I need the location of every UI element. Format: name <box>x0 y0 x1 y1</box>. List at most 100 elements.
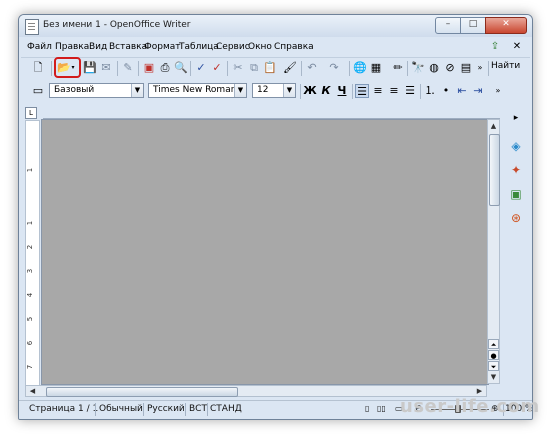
watermark-text: user-life.com <box>400 396 540 417</box>
toolbar-separator <box>301 61 302 76</box>
document-canvas[interactable] <box>41 119 489 385</box>
bullets-icon[interactable]: • <box>439 84 453 98</box>
paste-icon[interactable]: 📋 <box>263 61 277 75</box>
scroll-right-icon[interactable]: ▶ <box>474 386 485 396</box>
bold-button[interactable]: Ж <box>303 84 317 98</box>
navigation-icon[interactable]: ● <box>488 350 499 360</box>
numbering-icon[interactable]: ⒈ <box>423 84 437 98</box>
paragraph-style-combo[interactable]: Базовый ▼ <box>49 83 144 98</box>
window-title: Без имени 1 - OpenOffice Writer <box>43 20 191 30</box>
vertical-scroll-thumb[interactable] <box>489 134 500 206</box>
toolbar-separator <box>349 61 350 76</box>
show-draw-functions-icon[interactable]: ✏ <box>391 61 405 75</box>
menu-help[interactable]: Справка <box>274 42 314 52</box>
save-icon[interactable]: 💾 <box>83 61 97 75</box>
selection-mode-indicator[interactable]: СТАНД <box>210 404 242 414</box>
gallery-icon[interactable]: ⊘ <box>443 61 457 75</box>
vertical-scrollbar[interactable]: ▲ ⏶ ● ⏷ ▼ <box>487 119 500 384</box>
edit-file-icon[interactable]: ✎ <box>121 61 135 75</box>
chevron-down-icon[interactable]: ▼ <box>131 84 143 97</box>
horizontal-scroll-thumb[interactable] <box>46 387 238 397</box>
increase-indent-icon[interactable]: ⇥ <box>471 84 485 98</box>
autospellcheck-icon[interactable]: ✓ <box>210 61 224 75</box>
hyperlink-icon[interactable]: 🌐 <box>353 61 367 75</box>
multi-page-view-icon[interactable]: ▯▯ <box>377 404 386 413</box>
find-toolbar-button[interactable]: Найти <box>491 61 520 71</box>
menu-window[interactable]: Окно <box>248 42 272 52</box>
align-right-icon[interactable]: ≡ <box>387 84 401 98</box>
toolbar-separator <box>300 84 301 99</box>
menu-view[interactable]: Вид <box>89 42 107 52</box>
previous-page-icon[interactable]: ⏶ <box>488 339 499 349</box>
page-indicator[interactable]: Страница 1 / 1 <box>29 404 98 414</box>
cut-icon[interactable]: ✂ <box>231 61 245 75</box>
styles-icon[interactable]: ✦ <box>508 162 524 178</box>
menu-tools[interactable]: Сервис <box>216 42 250 52</box>
maximize-button[interactable]: □ <box>460 17 486 34</box>
menu-format[interactable]: Формат <box>144 42 181 52</box>
properties-icon[interactable]: ◈ <box>508 138 524 154</box>
spellcheck-icon[interactable]: ✓ <box>194 61 208 75</box>
toolbar-separator <box>117 61 118 76</box>
undo-icon[interactable]: ↶ <box>305 61 319 75</box>
menu-insert[interactable]: Вставка <box>109 42 147 52</box>
menu-bar: Файл Правка Вид Вставка Формат Таблица С… <box>19 39 532 56</box>
language-indicator[interactable]: Русский <box>147 404 185 414</box>
chevron-down-icon[interactable]: ▼ <box>283 84 295 97</box>
page-preview-icon[interactable]: 🔍 <box>174 61 188 75</box>
menu-table[interactable]: Таблица <box>179 42 219 52</box>
title-bar[interactable]: Без имени 1 - OpenOffice Writer – □ ✕ <box>19 15 532 37</box>
align-left-icon[interactable]: ☰ <box>355 84 369 98</box>
toolbar-separator <box>51 61 52 76</box>
ruler-number: 1 <box>26 167 35 173</box>
status-separator <box>95 403 96 416</box>
font-size-combo[interactable]: 12 ▼ <box>252 83 296 98</box>
email-icon[interactable]: ✉ <box>99 61 113 75</box>
insert-mode-indicator[interactable]: ВСТ <box>189 404 207 414</box>
next-page-icon[interactable]: ⏷ <box>488 361 499 371</box>
toolbar-overflow-icon[interactable]: » <box>491 84 505 98</box>
scroll-up-icon[interactable]: ▲ <box>488 121 499 132</box>
toolbar-separator <box>407 61 408 76</box>
page-style-indicator[interactable]: Обычный <box>99 404 143 414</box>
single-page-view-icon[interactable]: ▯ <box>365 404 369 413</box>
chevron-down-icon[interactable]: ▼ <box>234 84 246 97</box>
minimize-button[interactable]: – <box>435 17 461 34</box>
menu-edit[interactable]: Правка <box>55 42 89 52</box>
gallery-sidebar-icon[interactable]: ▣ <box>508 186 524 202</box>
scroll-left-icon[interactable]: ◀ <box>27 386 38 396</box>
styles-formatting-icon[interactable]: ▭ <box>31 84 45 98</box>
toolbar-overflow-icon[interactable]: » <box>473 61 487 75</box>
openoffice-writer-window: Без имени 1 - OpenOffice Writer – □ ✕ Фа… <box>18 14 533 420</box>
close-window-button[interactable]: ✕ <box>485 17 527 34</box>
horizontal-ruler[interactable] <box>43 106 500 119</box>
scroll-down-icon[interactable]: ▼ <box>488 372 499 383</box>
navigator-icon[interactable]: ◍ <box>427 61 441 75</box>
table-icon[interactable]: ▦ <box>369 61 383 75</box>
tab-stop-selector-icon[interactable]: L <box>25 107 37 119</box>
menu-file[interactable]: Файл <box>27 42 52 52</box>
vertical-ruler[interactable]: 1 1 2 3 4 5 6 7 <box>25 120 40 387</box>
ruler-number: 6 <box>26 340 35 346</box>
copy-icon[interactable]: ⧉ <box>247 61 261 75</box>
export-pdf-icon[interactable]: ▣ <box>142 61 156 75</box>
font-name-combo[interactable]: Times New Roman ▼ <box>148 83 247 98</box>
update-notification-icon[interactable]: ⇪ <box>489 41 501 53</box>
redo-icon[interactable]: ↷ <box>327 61 341 75</box>
underline-button[interactable]: Ч <box>335 84 349 98</box>
sidebar-menu-icon[interactable]: ▸ <box>508 110 524 126</box>
align-center-icon[interactable]: ≡ <box>371 84 385 98</box>
justify-icon[interactable]: ☰ <box>403 84 417 98</box>
navigator-sidebar-icon[interactable]: ⊛ <box>508 210 524 226</box>
print-icon[interactable]: ⎙ <box>158 61 172 75</box>
format-paintbrush-icon[interactable]: 🖌 <box>283 61 297 75</box>
minimize-icon: – <box>445 19 451 29</box>
data-sources-icon[interactable]: ▤ <box>459 61 473 75</box>
close-document-icon[interactable]: ✕ <box>511 41 523 53</box>
new-document-icon[interactable]: 🗋 <box>31 61 45 75</box>
decrease-indent-icon[interactable]: ⇤ <box>455 84 469 98</box>
status-separator <box>143 403 144 416</box>
find-replace-icon[interactable]: 🔭 <box>411 61 425 75</box>
window-controls: – □ ✕ <box>435 17 527 34</box>
italic-button[interactable]: К <box>319 84 333 98</box>
